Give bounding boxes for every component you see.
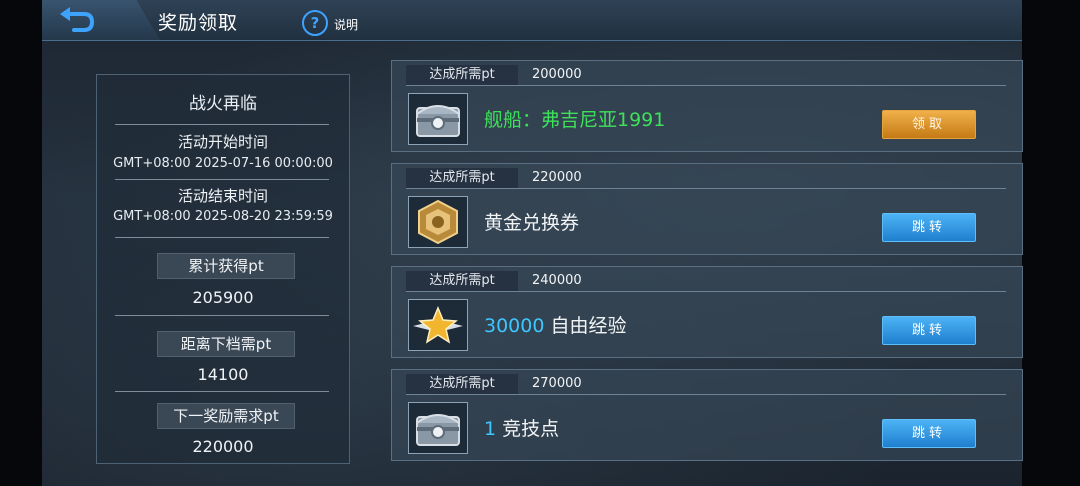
divider [115, 237, 329, 238]
requirement-bar: 达成所需pt 240000 [406, 271, 1006, 292]
reward-name: 黄金兑换券 [484, 208, 579, 235]
reward-row: 达成所需pt 270000 1 竞技点 跳转 [391, 369, 1023, 461]
next-gap-label: 距离下档需pt [157, 331, 295, 357]
next-req-label: 下一奖励需求pt [157, 403, 295, 429]
reward-name: 30000 自由经验 [484, 311, 627, 338]
reward-amount: 1 [484, 418, 497, 440]
gold-voucher-icon [408, 196, 468, 248]
chest-icon [408, 402, 468, 454]
jump-button[interactable]: 跳转 [882, 213, 976, 242]
divider [115, 391, 329, 392]
back-button[interactable] [56, 4, 96, 36]
chest-icon [408, 93, 468, 145]
reward-name: 1 竞技点 [484, 414, 559, 441]
reward-row: 达成所需pt 240000 30000 自由经验 跳转 [391, 266, 1023, 358]
jump-button[interactable]: 跳转 [882, 419, 976, 448]
requirement-bar: 达成所需pt 270000 [406, 374, 1006, 395]
requirement-label: 达成所需pt [406, 168, 518, 188]
reward-name-text: 自由经验 [544, 315, 627, 337]
start-time-value: GMT+08:00 2025-07-16 00:00:00 [113, 156, 333, 171]
left-edge-bar [0, 0, 42, 486]
end-time-label: 活动结束时间 [177, 187, 268, 205]
reward-name-text: 竞技点 [496, 418, 560, 440]
total-pt-value: 205900 [192, 288, 254, 307]
start-time-label: 活动开始时间 [177, 133, 268, 151]
requirement-value: 220000 [532, 170, 582, 185]
star-icon [408, 299, 468, 351]
back-arrow-icon [60, 7, 95, 32]
reward-name-text: 舰船：弗吉尼亚1991 [484, 109, 666, 131]
requirement-label: 达成所需pt [406, 271, 518, 291]
reward-name-text: 黄金兑换券 [484, 212, 580, 234]
next-req-value: 220000 [192, 437, 254, 456]
requirement-value: 200000 [532, 67, 582, 82]
divider [115, 179, 329, 180]
requirement-label: 达成所需pt [406, 374, 518, 394]
total-pt-label: 累计获得pt [157, 253, 295, 279]
help-label[interactable]: 说明 [334, 16, 358, 33]
event-name: 战火再临 [189, 94, 257, 114]
claim-button[interactable]: 领取 [882, 110, 976, 139]
event-info-panel: 战火再临 活动开始时间 GMT+08:00 2025-07-16 00:00:0… [96, 74, 350, 464]
right-edge-bar [1022, 0, 1080, 486]
help-icon[interactable]: ? [302, 10, 328, 36]
jump-button[interactable]: 跳转 [882, 316, 976, 345]
requirement-bar: 达成所需pt 220000 [406, 168, 1006, 189]
top-bar: 奖励领取 ? 说明 [42, 0, 1022, 41]
requirement-value: 270000 [532, 376, 582, 391]
divider [115, 124, 329, 125]
divider [115, 315, 329, 316]
reward-amount: 30000 [484, 315, 545, 337]
end-time-value: GMT+08:00 2025-08-20 23:59:59 [113, 209, 333, 224]
requirement-value: 240000 [532, 273, 582, 288]
requirement-label: 达成所需pt [406, 65, 518, 85]
reward-row: 达成所需pt 200000 舰船：弗吉尼亚1991 领取 [391, 60, 1023, 152]
reward-name: 舰船：弗吉尼亚1991 [484, 105, 665, 132]
next-gap-value: 14100 [197, 365, 249, 384]
page-title: 奖励领取 [158, 12, 239, 34]
requirement-bar: 达成所需pt 200000 [406, 65, 1006, 86]
reward-row: 达成所需pt 220000 黄金兑换券 跳转 [391, 163, 1023, 255]
